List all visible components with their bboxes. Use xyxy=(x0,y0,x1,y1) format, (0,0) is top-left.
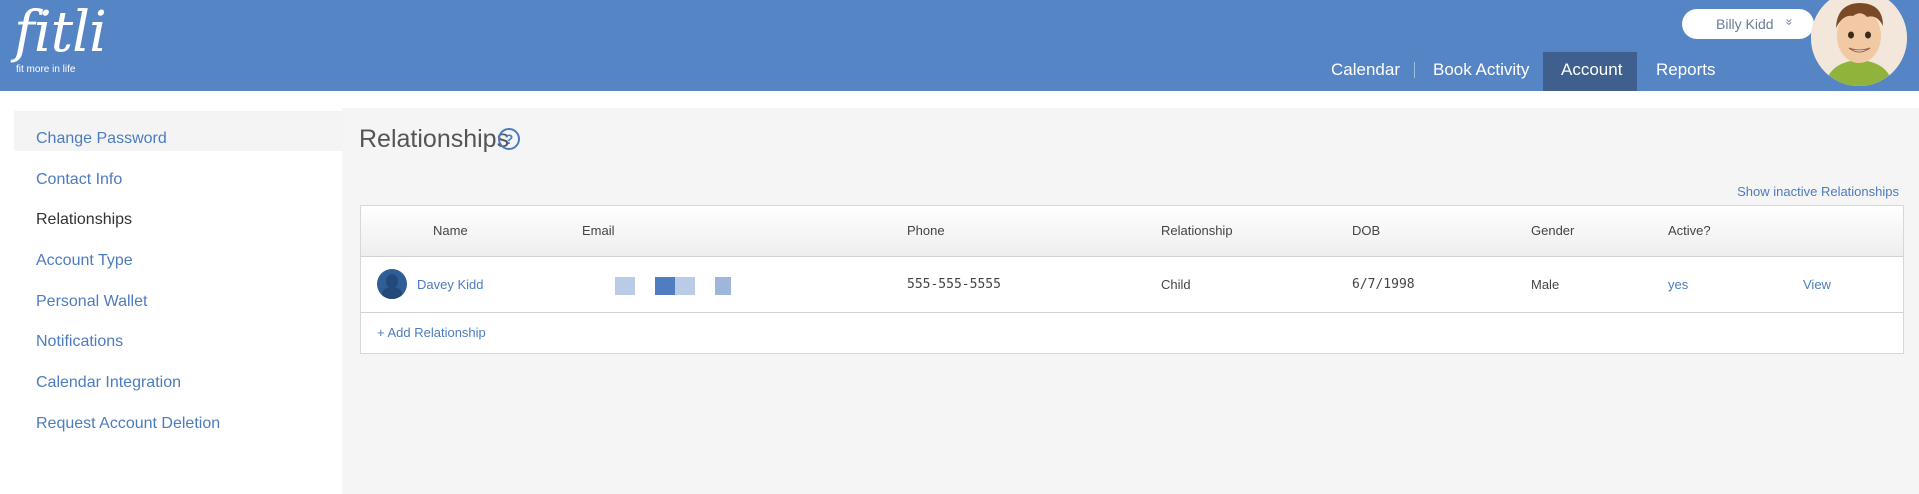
nav-reports[interactable]: Reports xyxy=(1656,52,1716,91)
nav-calendar[interactable]: Calendar xyxy=(1331,52,1400,91)
help-icon[interactable]: ? xyxy=(498,128,520,150)
active-toggle-link[interactable]: yes xyxy=(1668,277,1688,292)
user-name: Billy Kidd xyxy=(1716,16,1774,32)
table-row: Davey Kidd 555-555-5555 Child 6/7/1998 M… xyxy=(361,257,1903,313)
nav-book-activity[interactable]: Book Activity xyxy=(1433,52,1529,91)
logo-tagline: fit more in life xyxy=(16,64,76,75)
column-header-gender[interactable]: Gender xyxy=(1531,223,1574,238)
show-inactive-relationships-link[interactable]: Show inactive Relationships xyxy=(1737,184,1899,199)
redaction-block xyxy=(675,277,695,295)
column-header-name[interactable]: Name xyxy=(433,223,468,238)
relationships-table: Name Email Phone Relationship DOB Gender… xyxy=(360,205,1904,354)
nav-divider xyxy=(1414,62,1415,78)
page-title: Relationships xyxy=(359,125,510,153)
sidebar-item-account-type[interactable]: Account Type xyxy=(36,252,133,270)
view-relationship-link[interactable]: View xyxy=(1803,277,1831,292)
sidebar-item-personal-wallet[interactable]: Personal Wallet xyxy=(36,293,147,311)
redaction-block xyxy=(655,277,675,295)
table-header: Name Email Phone Relationship DOB Gender… xyxy=(361,206,1903,257)
column-header-dob[interactable]: DOB xyxy=(1352,223,1380,238)
column-header-active[interactable]: Active? xyxy=(1668,223,1711,238)
sidebar-item-relationships[interactable]: Relationships xyxy=(36,211,132,229)
nav-account[interactable]: Account xyxy=(1561,52,1622,91)
user-menu-button[interactable]: Billy Kidd » xyxy=(1682,9,1814,39)
redaction-block xyxy=(615,277,635,295)
person-silhouette-icon xyxy=(377,269,407,299)
chevron-down-icon: » xyxy=(1782,18,1797,26)
add-relationship-link[interactable]: + Add Relationship xyxy=(377,325,486,340)
sidebar-item-contact-info[interactable]: Contact Info xyxy=(36,171,122,189)
dob-cell: 6/7/1998 xyxy=(1352,277,1415,292)
fitli-logo[interactable]: fitli fit more in life xyxy=(14,0,107,76)
column-header-email[interactable]: Email xyxy=(582,223,615,238)
gender-cell: Male xyxy=(1531,277,1560,292)
column-header-relationship[interactable]: Relationship xyxy=(1161,223,1233,238)
sidebar-item-notifications[interactable]: Notifications xyxy=(36,333,123,351)
phone-cell: 555-555-5555 xyxy=(907,277,1001,292)
column-header-phone[interactable]: Phone xyxy=(907,223,945,238)
sidebar-item-change-password[interactable]: Change Password xyxy=(36,130,167,148)
logo-wordmark: fitli xyxy=(14,0,107,65)
sidebar-item-request-account-deletion[interactable]: Request Account Deletion xyxy=(36,415,220,433)
content-top-strip xyxy=(342,91,1919,108)
sidebar-item-calendar-integration[interactable]: Calendar Integration xyxy=(36,374,181,392)
relationship-cell: Child xyxy=(1161,277,1191,292)
redaction-block xyxy=(715,277,731,295)
relationship-name-link[interactable]: Davey Kidd xyxy=(417,277,483,292)
